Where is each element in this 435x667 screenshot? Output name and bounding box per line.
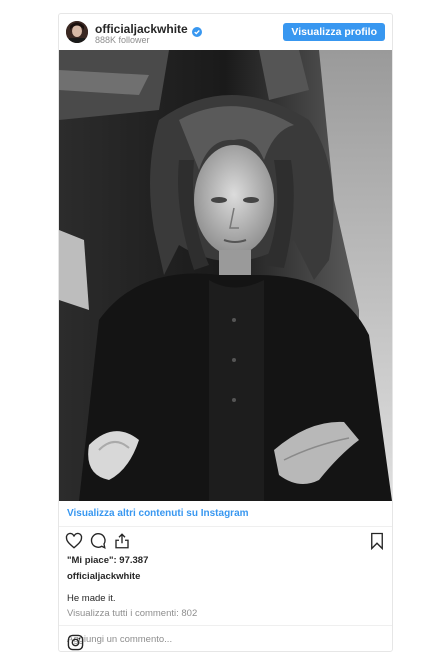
post-photo[interactable] xyxy=(59,50,392,501)
bookmark-icon[interactable] xyxy=(368,532,386,551)
view-more-label[interactable]: Visualizza altri contenuti su Instagram xyxy=(67,508,249,519)
avatar[interactable] xyxy=(66,21,88,43)
follower-count: 888K follower xyxy=(95,35,150,45)
verified-badge-icon xyxy=(191,24,202,37)
like-count[interactable]: "Mi piace": 97.387 xyxy=(67,555,148,566)
action-bar xyxy=(59,529,392,555)
comment-icon[interactable] xyxy=(89,532,107,550)
post-owner-username[interactable]: officialjackwhite xyxy=(67,571,140,582)
username-row: officialjackwhite xyxy=(95,22,202,37)
username[interactable]: officialjackwhite xyxy=(95,22,188,36)
post-header: officialjackwhite 888K follower Visualiz… xyxy=(59,14,392,50)
share-icon[interactable] xyxy=(113,532,131,550)
view-more-instagram-link[interactable]: Visualizza altri contenuti su Instagram xyxy=(59,502,392,527)
add-comment-bar[interactable]: Aggiungi un commento... xyxy=(59,625,392,651)
view-profile-button[interactable]: Visualizza profilo xyxy=(283,23,385,41)
heart-icon[interactable] xyxy=(65,532,83,550)
instagram-embed-card: officialjackwhite 888K follower Visualiz… xyxy=(58,13,393,652)
post-caption: He made it. xyxy=(67,593,116,604)
view-all-comments-link[interactable]: Visualizza tutti i commenti: 802 xyxy=(67,608,197,619)
instagram-icon[interactable] xyxy=(67,634,84,651)
